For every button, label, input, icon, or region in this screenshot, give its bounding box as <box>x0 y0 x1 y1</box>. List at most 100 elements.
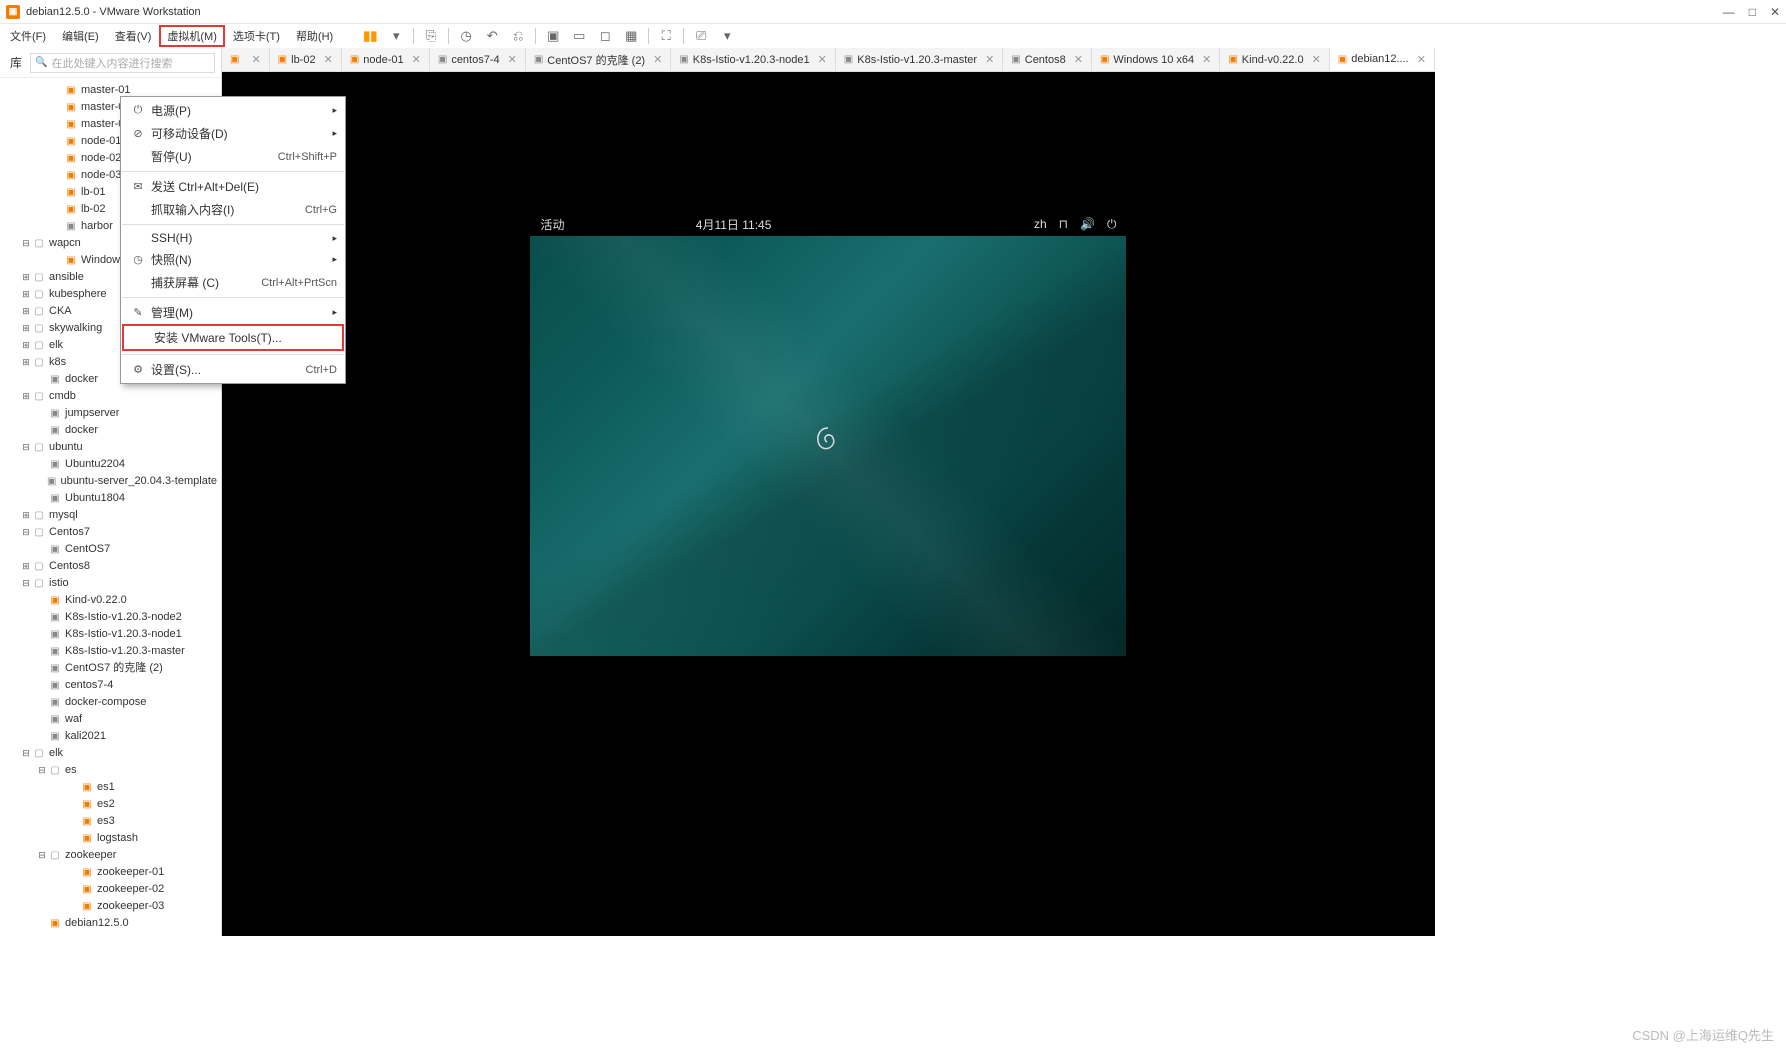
tab[interactable]: ▣debian12....✕ <box>1330 48 1435 71</box>
tree-item[interactable]: ⊟▢ubuntu <box>0 439 221 456</box>
tree-item[interactable]: ▣centos7-4 <box>0 677 221 694</box>
menu-item[interactable]: 捕获屏幕 (C)Ctrl+Alt+PrtScn <box>121 271 345 294</box>
tree-item[interactable]: ⊟▢zookeeper <box>0 847 221 864</box>
tab[interactable]: ▣centos7-4✕ <box>430 48 526 71</box>
menu-edit[interactable]: 编辑(E) <box>54 25 107 47</box>
menu-item[interactable]: 安装 VMware Tools(T)... <box>124 326 342 349</box>
tree-item[interactable]: ▣CentOS7 <box>0 541 221 558</box>
view-stretch-icon[interactable]: ▭ <box>570 27 588 45</box>
tree-item[interactable]: ▣zookeeper-01 <box>0 864 221 881</box>
network-icon[interactable]: ⊓ <box>1059 217 1068 231</box>
tree-toggle-icon[interactable]: ⊞ <box>20 321 32 336</box>
view-multi-icon[interactable]: ▦ <box>622 27 640 45</box>
tab-close-icon[interactable]: ✕ <box>412 53 421 66</box>
volume-icon[interactable]: 🔊 <box>1080 217 1095 231</box>
tree-item[interactable]: ▣es3 <box>0 813 221 830</box>
dropdown-icon[interactable]: ▾ <box>387 27 405 45</box>
tab-close-icon[interactable]: ✕ <box>1312 53 1321 66</box>
menu-view[interactable]: 查看(V) <box>107 25 160 47</box>
tree-toggle-icon[interactable]: ⊞ <box>20 389 32 404</box>
menu-item[interactable]: ⚙设置(S)...Ctrl+D <box>121 358 345 381</box>
tree-toggle-icon[interactable]: ⊞ <box>20 338 32 353</box>
tab-close-icon[interactable]: ✕ <box>1074 53 1083 66</box>
tree-item[interactable]: ▣ubuntu-server_20.04.3-template <box>0 473 221 490</box>
tree-toggle-icon[interactable]: ⊞ <box>20 559 32 574</box>
menu-item[interactable]: ⏻电源(P)▸ <box>121 99 345 122</box>
tree-item[interactable]: ⊟▢es <box>0 762 221 779</box>
tree-item[interactable]: ⊟▢Centos7 <box>0 524 221 541</box>
tab[interactable]: ▣K8s-Istio-v1.20.3-master✕ <box>836 48 1004 71</box>
tree-item[interactable]: ▣zookeeper-03 <box>0 898 221 915</box>
pause-icon[interactable]: ▮▮ <box>361 27 379 45</box>
tab-close-icon[interactable]: ✕ <box>1202 53 1211 66</box>
menu-item[interactable]: 抓取输入内容(I)Ctrl+G <box>121 198 345 221</box>
clock[interactable]: 4月11日 11:45 <box>696 216 772 233</box>
tree-item[interactable]: ▣debian12.5.0 <box>0 915 221 932</box>
tab-close-icon[interactable]: ✕ <box>985 53 994 66</box>
tree-item[interactable]: ▣Ubuntu2204 <box>0 456 221 473</box>
menu-tabs[interactable]: 选项卡(T) <box>225 25 288 47</box>
tab-close-icon[interactable]: ✕ <box>653 53 662 66</box>
tree-item[interactable]: ▣K8s-Istio-v1.20.3-node1 <box>0 626 221 643</box>
maximize-button[interactable]: □ <box>1749 5 1756 19</box>
tab[interactable]: ▣CentOS7 的克隆 (2)✕ <box>526 48 671 71</box>
activities-button[interactable]: 活动 <box>540 216 564 233</box>
menu-item[interactable]: SSH(H)▸ <box>121 228 345 248</box>
view-unity-icon[interactable]: ◻ <box>596 27 614 45</box>
close-button[interactable]: ✕ <box>1770 5 1780 19</box>
tree-item[interactable]: ▣K8s-Istio-v1.20.3-node2 <box>0 609 221 626</box>
tab-close-icon[interactable]: ✕ <box>324 53 333 66</box>
snapshot-take-icon[interactable]: ◷ <box>457 27 475 45</box>
tab-close-icon[interactable]: ✕ <box>508 53 517 66</box>
tree-item[interactable]: ▣Ubuntu1804 <box>0 490 221 507</box>
tree-item[interactable]: ⊞▢cmdb <box>0 388 221 405</box>
tree-toggle-icon[interactable]: ⊞ <box>20 508 32 523</box>
tree-toggle-icon[interactable]: ⊟ <box>20 440 32 455</box>
tree-item[interactable]: ▣zookeeper-02 <box>0 881 221 898</box>
tree-item[interactable]: ▣jumpserver <box>0 405 221 422</box>
power-icon[interactable]: ⏻ <box>1107 217 1117 232</box>
tab[interactable]: ▣lb-02✕ <box>270 48 342 71</box>
tree-item[interactable]: ⊟▢istio <box>0 575 221 592</box>
tree-toggle-icon[interactable]: ⊟ <box>36 763 48 778</box>
tab[interactable]: ▣Centos8✕ <box>1003 48 1092 71</box>
menu-item[interactable]: ◷快照(N)▸ <box>121 248 345 271</box>
tree-item[interactable]: ▣CentOS7 的克隆 (2) <box>0 660 221 677</box>
tree-item[interactable]: ▣docker-compose <box>0 694 221 711</box>
tree-toggle-icon[interactable]: ⊞ <box>20 270 32 285</box>
menu-help[interactable]: 帮助(H) <box>288 25 341 47</box>
menu-vm[interactable]: 虚拟机(M) <box>159 25 225 47</box>
menu-item[interactable]: ✎管理(M)▸ <box>121 301 345 324</box>
tab[interactable]: ▣K8s-Istio-v1.20.3-node1✕ <box>671 48 835 71</box>
tree-toggle-icon[interactable]: ⊟ <box>20 236 32 251</box>
tree-item[interactable]: ▣K8s-Istio-v1.20.3-master <box>0 643 221 660</box>
tree-item[interactable]: ⊞▢Centos8 <box>0 558 221 575</box>
snapshot-revert-icon[interactable]: ↶ <box>483 27 501 45</box>
tree-toggle-icon[interactable]: ⊟ <box>20 525 32 540</box>
view-thumbnail-icon[interactable]: ▣ <box>544 27 562 45</box>
tab-close-icon[interactable]: ✕ <box>1417 53 1426 66</box>
vm-viewport[interactable]: 活动 4月11日 11:45 zh ⊓ 🔊 ⏻ <box>222 72 1435 936</box>
tree-toggle-icon[interactable]: ⊟ <box>20 576 32 591</box>
tab[interactable]: ▣✕ <box>222 48 270 71</box>
tree-item[interactable]: ▣docker <box>0 422 221 439</box>
tree-item[interactable]: ▣es2 <box>0 796 221 813</box>
guest-desktop[interactable] <box>530 236 1126 656</box>
menu-file[interactable]: 文件(F) <box>2 25 54 47</box>
menu-item[interactable]: ✉发送 Ctrl+Alt+Del(E) <box>121 175 345 198</box>
menu-item[interactable]: ⊘可移动设备(D)▸ <box>121 122 345 145</box>
tab[interactable]: ▣Windows 10 x64✕ <box>1092 48 1220 71</box>
tree-toggle-icon[interactable]: ⊟ <box>20 746 32 761</box>
menu-item[interactable]: 暂停(U)Ctrl+Shift+P <box>121 145 345 168</box>
tree-item[interactable]: ▣logstash <box>0 830 221 847</box>
tab[interactable]: ▣Kind-v0.22.0✕ <box>1220 48 1329 71</box>
tab[interactable]: ▣node-01✕ <box>342 48 430 71</box>
minimize-button[interactable]: — <box>1723 5 1735 19</box>
tree-toggle-icon[interactable]: ⊟ <box>36 848 48 863</box>
fullscreen-icon[interactable]: ⛶ <box>657 27 675 45</box>
tree-item[interactable]: ▣waf <box>0 711 221 728</box>
dropdown-icon[interactable]: ▾ <box>718 27 736 45</box>
tab-close-icon[interactable]: ✕ <box>251 53 260 66</box>
search-input[interactable]: 在此处键入内容进行搜索 <box>30 53 215 73</box>
tree-toggle-icon[interactable]: ⊞ <box>20 287 32 302</box>
